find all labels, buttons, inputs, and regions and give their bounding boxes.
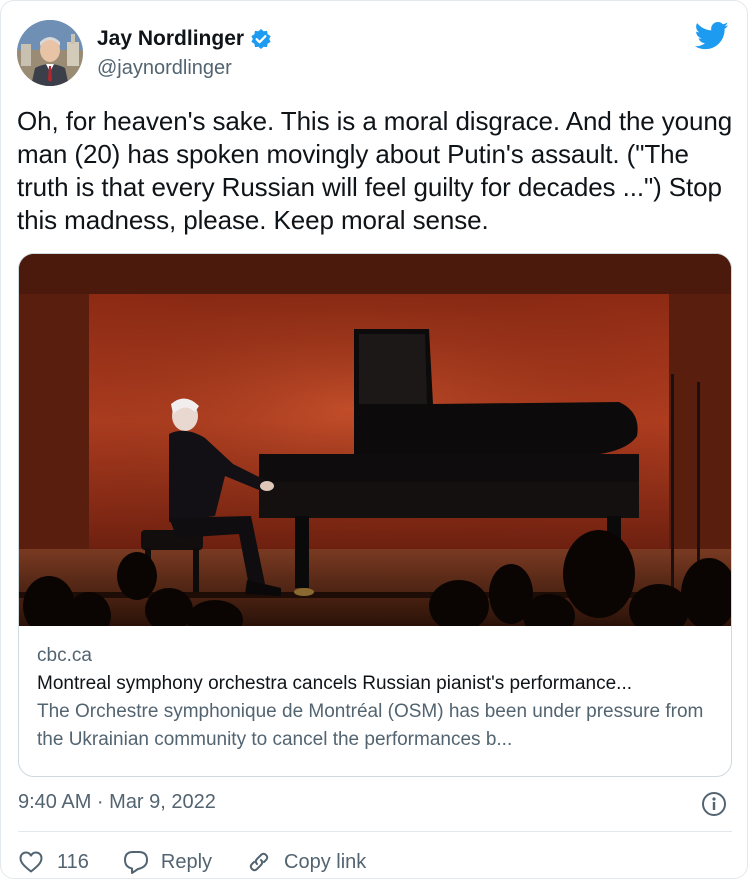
author-name-row[interactable]: Jay Nordlinger <box>97 27 272 51</box>
tweet-text: Oh, for heaven's sake. This is a moral d… <box>17 106 733 235</box>
reply-icon <box>123 851 148 874</box>
like-button[interactable]: 116 <box>19 851 89 874</box>
link-preview-image[interactable] <box>19 254 731 626</box>
copy-link-label: Copy link <box>284 850 367 873</box>
link-description: The Orchestre symphonique de Montréal (O… <box>37 701 704 750</box>
link-preview-meta[interactable]: cbc.ca Montreal symphony orchestra cance… <box>37 642 717 754</box>
copy-link-button[interactable]: Copy link <box>246 849 366 875</box>
reply-label: Reply <box>160 850 213 873</box>
info-icon[interactable] <box>701 791 727 817</box>
author-handle[interactable]: @jaynordlinger <box>97 57 232 80</box>
author-display-name[interactable]: Jay Nordlinger <box>97 27 244 51</box>
tweet-card: Jay Nordlinger @jaynordlinger Oh, for he… <box>0 0 748 879</box>
like-count: 116 <box>57 850 89 873</box>
tweet-actions: 116 Reply Copy link <box>19 847 400 877</box>
link-icon <box>249 852 269 872</box>
verified-badge-icon <box>250 28 272 50</box>
link-preview-card[interactable]: cbc.ca Montreal symphony orchestra cance… <box>18 253 732 777</box>
footer-divider <box>18 831 732 832</box>
reply-button[interactable]: Reply <box>123 850 212 874</box>
avatar[interactable] <box>17 20 83 86</box>
heart-icon <box>19 851 43 873</box>
link-domain: cbc.ca <box>37 645 92 666</box>
link-title[interactable]: Montreal symphony orchestra cancels Russ… <box>37 670 717 698</box>
twitter-bird-icon[interactable] <box>694 21 729 51</box>
tweet-timestamp[interactable]: 9:40 AM · Mar 9, 2022 <box>18 791 216 814</box>
